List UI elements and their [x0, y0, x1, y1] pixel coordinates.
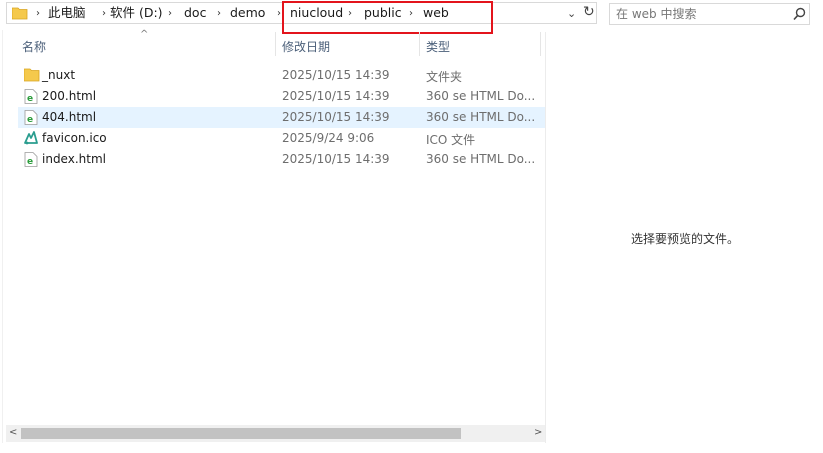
breadcrumb-demo[interactable]: demo: [230, 6, 265, 20]
folder-icon: [24, 68, 40, 82]
file-type: 360 se HTML Do...: [426, 110, 536, 124]
preview-pane-divider[interactable]: [545, 32, 546, 443]
file-type: 360 se HTML Do...: [426, 89, 536, 103]
html-file-icon: e: [24, 110, 38, 125]
preview-message: 选择要预览的文件。: [631, 232, 740, 246]
chevron-right-icon[interactable]: ›: [217, 8, 221, 20]
file-row[interactable]: e 200.html 2025/10/15 14:39 360 se HTML …: [18, 86, 545, 107]
svg-text:e: e: [27, 115, 33, 125]
file-name: 200.html: [42, 89, 97, 103]
html-file-icon: e: [24, 89, 38, 104]
file-date: 2025/10/15 14:39: [282, 68, 390, 82]
column-header-type[interactable]: 类型: [426, 38, 450, 55]
file-date: 2025/9/24 9:06: [282, 131, 375, 145]
chevron-right-icon[interactable]: ›: [168, 8, 172, 20]
column-header-date[interactable]: 修改日期: [282, 38, 330, 55]
file-name: 404.html: [42, 110, 97, 124]
svg-text:e: e: [27, 94, 33, 104]
file-name: _nuxt: [42, 68, 76, 82]
file-row[interactable]: e index.html 2025/10/15 14:39 360 se HTM…: [18, 149, 545, 170]
scroll-right-icon[interactable]: >: [534, 427, 542, 438]
chevron-right-icon[interactable]: ›: [36, 8, 40, 20]
chevron-right-icon[interactable]: ›: [277, 8, 281, 20]
file-date: 2025/10/15 14:39: [282, 89, 390, 103]
file-name: favicon.ico: [42, 131, 107, 145]
sort-ascending-icon: ^: [140, 29, 149, 40]
left-edge: [2, 30, 3, 443]
folder-icon: [12, 7, 28, 20]
file-type: 文件夹: [426, 70, 463, 84]
highlight-box: [282, 1, 493, 34]
chevron-right-icon[interactable]: ›: [102, 8, 106, 20]
file-type: 360 se HTML Do...: [426, 152, 536, 166]
search-icon[interactable]: [793, 7, 806, 21]
ico-file-icon: [24, 131, 38, 145]
column-divider[interactable]: [540, 32, 541, 56]
file-name: index.html: [42, 152, 106, 166]
column-divider[interactable]: [275, 32, 276, 56]
breadcrumb-doc[interactable]: doc: [184, 6, 206, 20]
breadcrumb-this-pc[interactable]: 此电脑: [48, 6, 86, 20]
html-file-icon: e: [24, 152, 38, 167]
file-type: ICO 文件: [426, 133, 476, 147]
file-row[interactable]: favicon.ico 2025/9/24 9:06 ICO 文件: [18, 128, 545, 149]
search-input[interactable]: [616, 7, 776, 21]
search-box[interactable]: [609, 3, 810, 25]
breadcrumb-drive-d[interactable]: 软件 (D:): [110, 6, 163, 20]
file-row-selected[interactable]: e 404.html 2025/10/15 14:39 360 se HTML …: [18, 107, 545, 128]
file-date: 2025/10/15 14:39: [282, 110, 390, 124]
scrollbar-thumb[interactable]: [21, 428, 461, 439]
file-row[interactable]: _nuxt 2025/10/15 14:39 文件夹: [18, 65, 545, 86]
horizontal-scrollbar[interactable]: < >: [6, 425, 545, 442]
scroll-left-icon[interactable]: <: [9, 427, 17, 438]
svg-text:e: e: [27, 157, 33, 167]
file-date: 2025/10/15 14:39: [282, 152, 390, 166]
refresh-icon[interactable]: ↻: [583, 4, 595, 20]
column-divider[interactable]: [419, 32, 420, 56]
chevron-down-icon[interactable]: ⌄: [567, 7, 576, 20]
column-header-name[interactable]: 名称: [22, 38, 46, 55]
